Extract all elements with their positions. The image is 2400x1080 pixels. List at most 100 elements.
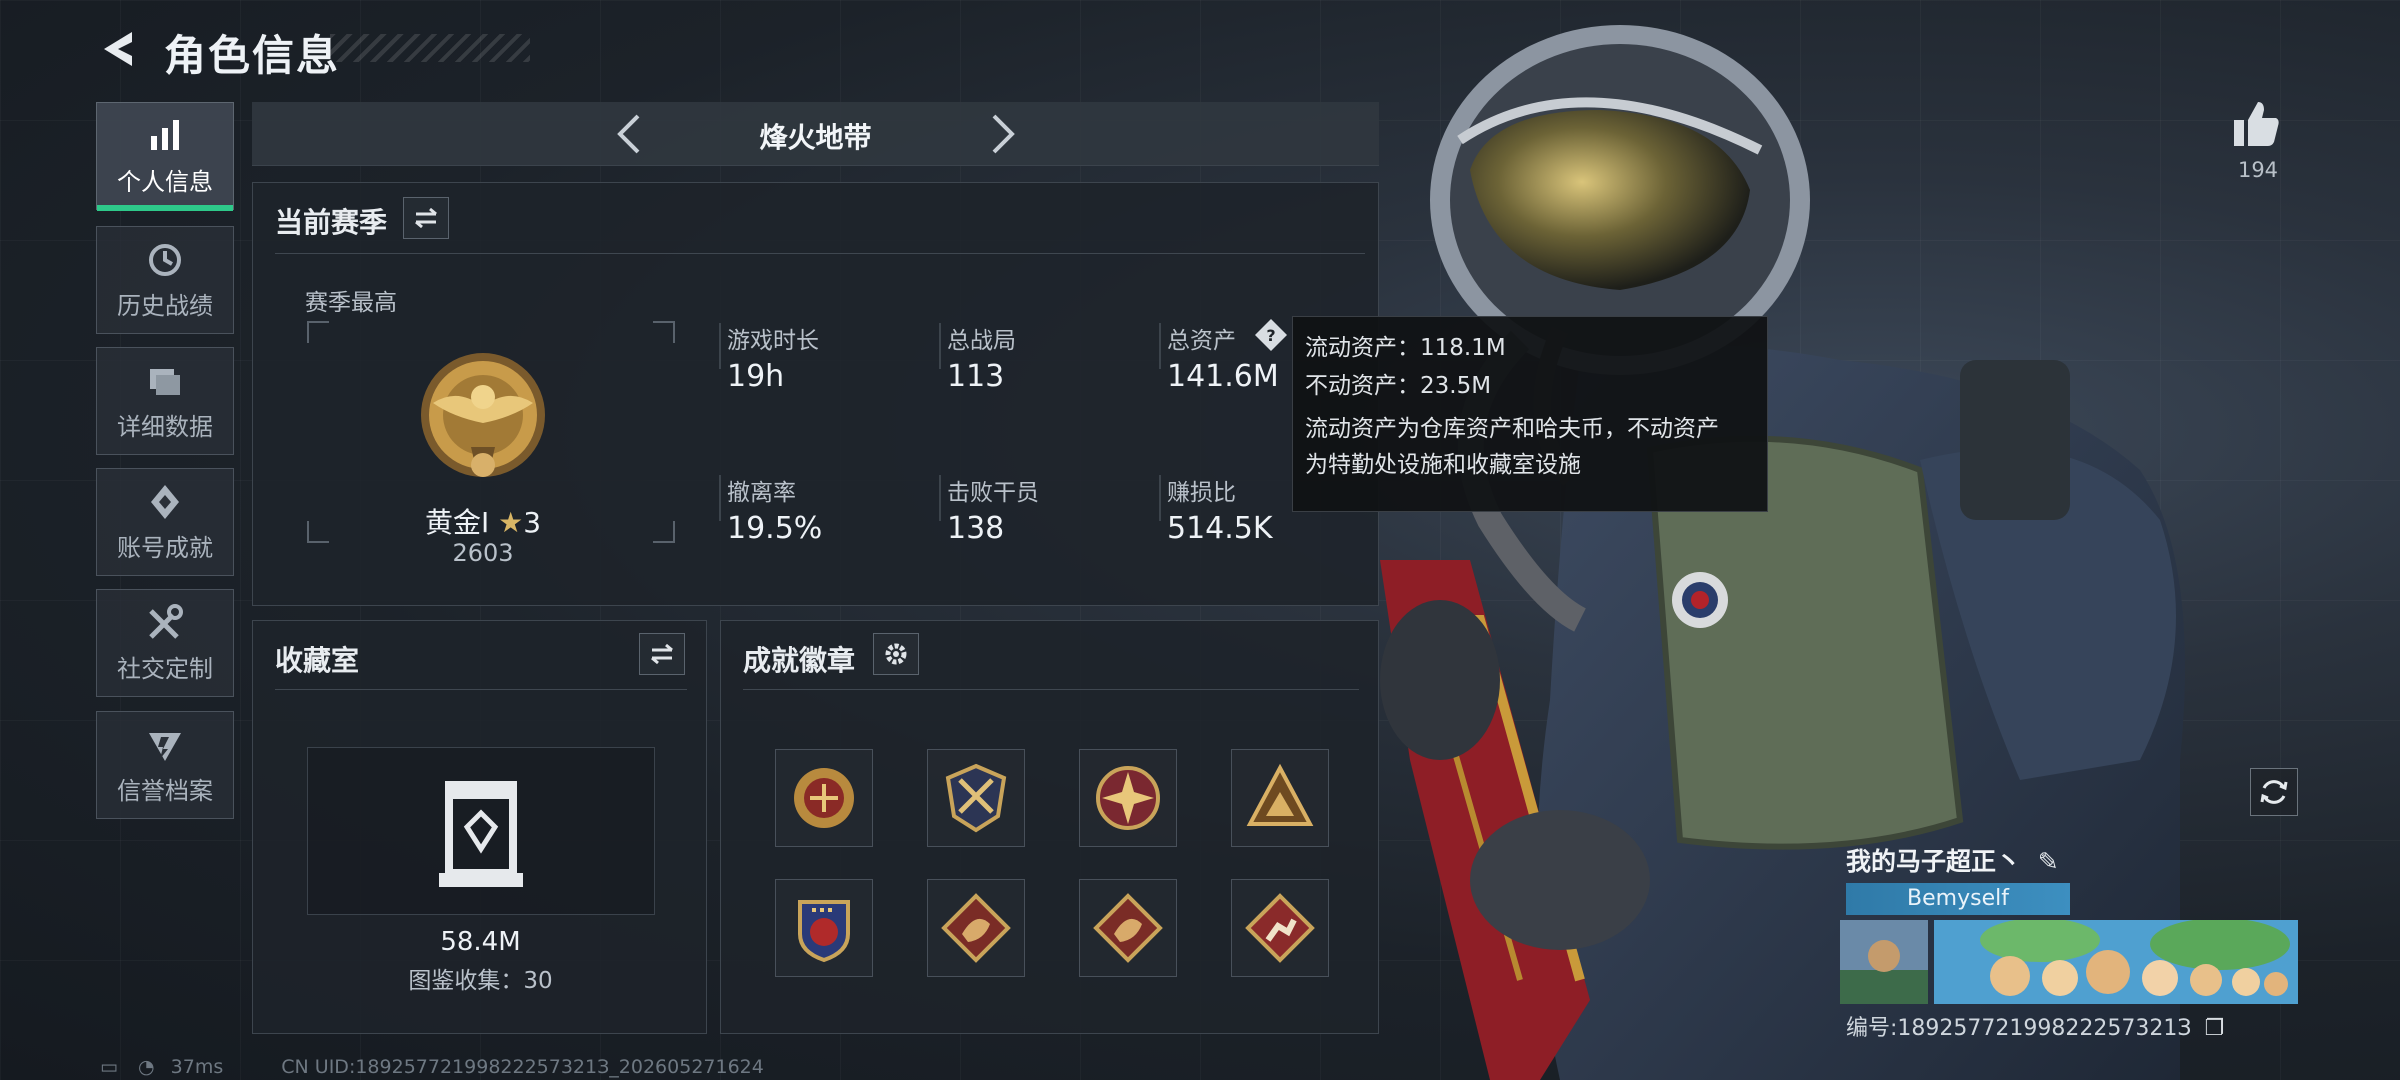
sidebar-item-label: 社交定制 bbox=[117, 654, 213, 683]
ping-value: 37ms bbox=[170, 1056, 224, 1078]
stat-value-kills: 138 bbox=[947, 511, 1005, 546]
achievement-badge[interactable] bbox=[1079, 749, 1177, 847]
mountain-badge-icon bbox=[1246, 763, 1314, 826]
character-model bbox=[1380, 25, 2185, 1080]
dragon-badge-icon bbox=[1093, 893, 1163, 963]
swap-icon bbox=[415, 207, 437, 229]
tooltip-description-line1: 流动资产为仓库资产和哈夫币，不动资产 bbox=[1305, 416, 1719, 442]
stat-value-total-assets: 141.6M bbox=[1167, 359, 1279, 394]
achievements-settings-button[interactable] bbox=[873, 633, 919, 675]
stat-value-total-matches: 113 bbox=[947, 359, 1005, 394]
eagle-crest-badge-icon bbox=[794, 768, 854, 828]
achievement-badge[interactable] bbox=[927, 749, 1025, 847]
stat-label-extract-rate: 撤离率 bbox=[727, 480, 796, 506]
frame-corner bbox=[653, 321, 675, 343]
season-best-label: 赛季最高 bbox=[305, 290, 397, 316]
crossed-arrows-badge-icon bbox=[945, 763, 1007, 833]
player-id-text: 编号:18925772199822257321З bbox=[1846, 1016, 2192, 1041]
title-decoration bbox=[330, 34, 530, 62]
frame-corner bbox=[307, 321, 329, 343]
sidebar-item-achievements[interactable]: 账号成就 bbox=[96, 468, 234, 576]
achievement-badge[interactable] bbox=[775, 749, 873, 847]
sidebar-item-detailed-data[interactable]: 详细数据 bbox=[96, 347, 234, 455]
sidebar-item-social-custom[interactable]: 社交定制 bbox=[96, 589, 234, 697]
achievement-badge[interactable] bbox=[1231, 749, 1329, 847]
collection-title: 收藏室 bbox=[275, 644, 360, 677]
collection-count: 图鉴收集：30 bbox=[408, 968, 553, 994]
sidebar-item-label: 信誉档案 bbox=[117, 776, 213, 805]
svg-text:?: ? bbox=[1266, 326, 1275, 345]
stat-value-playtime: 19h bbox=[727, 359, 785, 394]
uid-text: CN UID:18925772199822257321З_20260527162… bbox=[281, 1056, 764, 1078]
achievement-badge[interactable] bbox=[927, 879, 1025, 977]
edit-name-icon[interactable]: ✎ bbox=[2038, 847, 2059, 876]
stat-separator bbox=[719, 475, 721, 521]
copy-icon[interactable]: ❐ bbox=[2204, 1016, 2224, 1041]
stat-label-kills: 击败干员 bbox=[947, 480, 1039, 506]
stat-separator bbox=[939, 475, 941, 521]
sidebar-item-label: 历史战绩 bbox=[117, 291, 213, 320]
sidebar-item-history[interactable]: 历史战绩 bbox=[96, 226, 234, 334]
thumbs-up-icon[interactable] bbox=[2228, 96, 2284, 152]
gold-rank-emblem-icon bbox=[421, 353, 545, 477]
reputation-icon bbox=[149, 732, 181, 761]
stat-separator bbox=[939, 323, 941, 369]
display-case-icon bbox=[439, 781, 523, 887]
assets-tooltip: 流动资产：118.1M 不动资产：23.5M 流动资产为仓库资产和哈夫币，不动资… bbox=[1292, 316, 1768, 512]
player-tag: Bemyself bbox=[1846, 883, 2070, 915]
achievement-badge[interactable] bbox=[1079, 879, 1177, 977]
stat-separator bbox=[719, 323, 721, 369]
star-compass-badge-icon bbox=[1096, 766, 1160, 830]
collection-switch-button[interactable] bbox=[639, 633, 685, 675]
chevron-right-icon[interactable] bbox=[976, 110, 1024, 158]
stat-separator bbox=[1159, 323, 1161, 369]
gear-icon bbox=[885, 643, 907, 665]
bar-chart-icon bbox=[151, 119, 179, 150]
status-bar: ▭ ◔ 37ms CN UID:18925772199822257321З_20… bbox=[100, 1056, 764, 1078]
rank-display: 黄金Ⅰ ★3 bbox=[253, 501, 713, 541]
sidebar-item-label: 详细数据 bbox=[117, 412, 213, 441]
player-banner[interactable] bbox=[1840, 920, 2298, 1004]
stat-label-playtime: 游戏时长 bbox=[727, 328, 819, 354]
collection-panel[interactable]: 收藏室 58.4M 图鉴收集：30 bbox=[252, 620, 707, 1034]
dragon-badge-icon bbox=[941, 893, 1011, 963]
battery-icon: ▭ bbox=[100, 1056, 118, 1078]
sidebar-item-label: 个人信息 bbox=[117, 167, 213, 196]
refresh-button[interactable] bbox=[2250, 768, 2298, 816]
sidebar-item-reputation[interactable]: 信誉档案 bbox=[96, 711, 234, 819]
stat-value-extract-rate: 19.5% bbox=[727, 511, 823, 546]
like-count: 194 bbox=[2237, 158, 2279, 182]
sidebar-item-label: 账号成就 bbox=[117, 533, 213, 562]
season-title: 当前赛季 bbox=[275, 206, 388, 239]
tooltip-liquid-assets: 流动资产：118.1M bbox=[1305, 335, 1506, 361]
season-switch-button[interactable] bbox=[403, 197, 449, 239]
rank-name: 黄金Ⅰ bbox=[424, 506, 490, 539]
star-shield-badge-icon bbox=[798, 900, 850, 963]
tooltip-fixed-assets: 不动资产：23.5M bbox=[1305, 373, 1492, 399]
sidebar-item-personal-info[interactable]: 个人信息 bbox=[96, 102, 234, 211]
stat-value-profit-ratio: 514.5K bbox=[1167, 511, 1273, 546]
rank-stars: 3 bbox=[523, 506, 542, 539]
rank-score: 2603 bbox=[452, 539, 514, 567]
player-name: 我的马子超正丶 ✎ bbox=[1846, 842, 2059, 878]
achievement-badge[interactable] bbox=[1231, 879, 1329, 977]
collection-value: 58.4M bbox=[440, 927, 521, 957]
divider bbox=[275, 253, 1365, 254]
data-folder-icon bbox=[150, 368, 180, 395]
history-clock-icon bbox=[149, 243, 181, 276]
help-icon[interactable]: ? bbox=[1253, 317, 1289, 353]
page-title: 角色信息 bbox=[164, 31, 341, 80]
rank-star-icon: ★ bbox=[498, 506, 524, 539]
achievement-icon bbox=[151, 484, 179, 519]
back-arrow-icon[interactable] bbox=[96, 26, 142, 72]
tools-icon bbox=[149, 603, 183, 639]
stat-label-total-matches: 总战局 bbox=[947, 328, 1016, 354]
stat-label-total-assets: 总资产 bbox=[1167, 328, 1236, 354]
player-name-text: 我的马子超正丶 bbox=[1846, 847, 2022, 876]
swap-icon bbox=[651, 643, 673, 665]
runner-badge-icon bbox=[1245, 893, 1315, 963]
achievements-title: 成就徽章 bbox=[743, 644, 856, 677]
divider bbox=[743, 689, 1359, 690]
tooltip-description-line2: 为特勤处设施和收藏室设施 bbox=[1305, 452, 1581, 478]
achievement-badge[interactable] bbox=[775, 879, 873, 977]
